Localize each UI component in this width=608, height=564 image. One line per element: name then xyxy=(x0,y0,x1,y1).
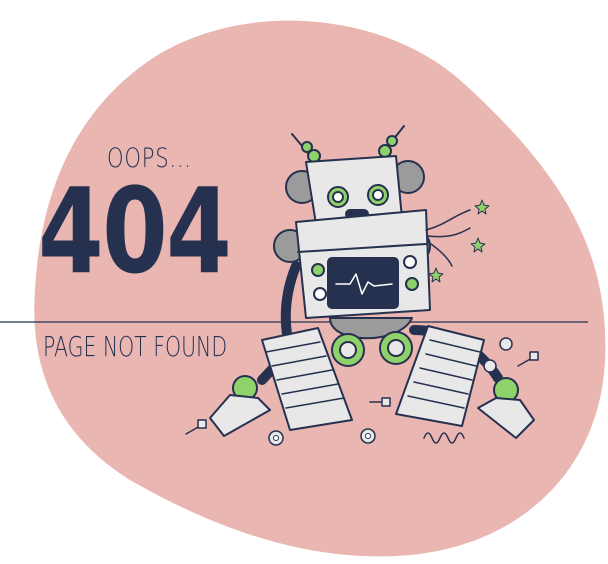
right-antenna-base xyxy=(378,144,392,158)
nut-2-hole xyxy=(365,433,371,439)
left-eye xyxy=(332,191,344,203)
right-antenna-tip xyxy=(386,135,398,147)
error-message: PAGE NOT FOUND xyxy=(43,330,228,363)
error-code: 404 xyxy=(38,162,232,300)
right-hip-core xyxy=(387,339,405,357)
right-eye xyxy=(372,189,384,201)
nut-1-hole xyxy=(273,435,279,441)
body-light-2 xyxy=(313,287,327,301)
nut-3 xyxy=(499,337,513,351)
body-light-1 xyxy=(311,263,325,277)
body-light-3 xyxy=(403,255,417,269)
body-light-4 xyxy=(405,277,419,291)
left-hip-core xyxy=(339,341,357,359)
nut-4 xyxy=(483,359,497,373)
chest-screen xyxy=(327,257,399,309)
